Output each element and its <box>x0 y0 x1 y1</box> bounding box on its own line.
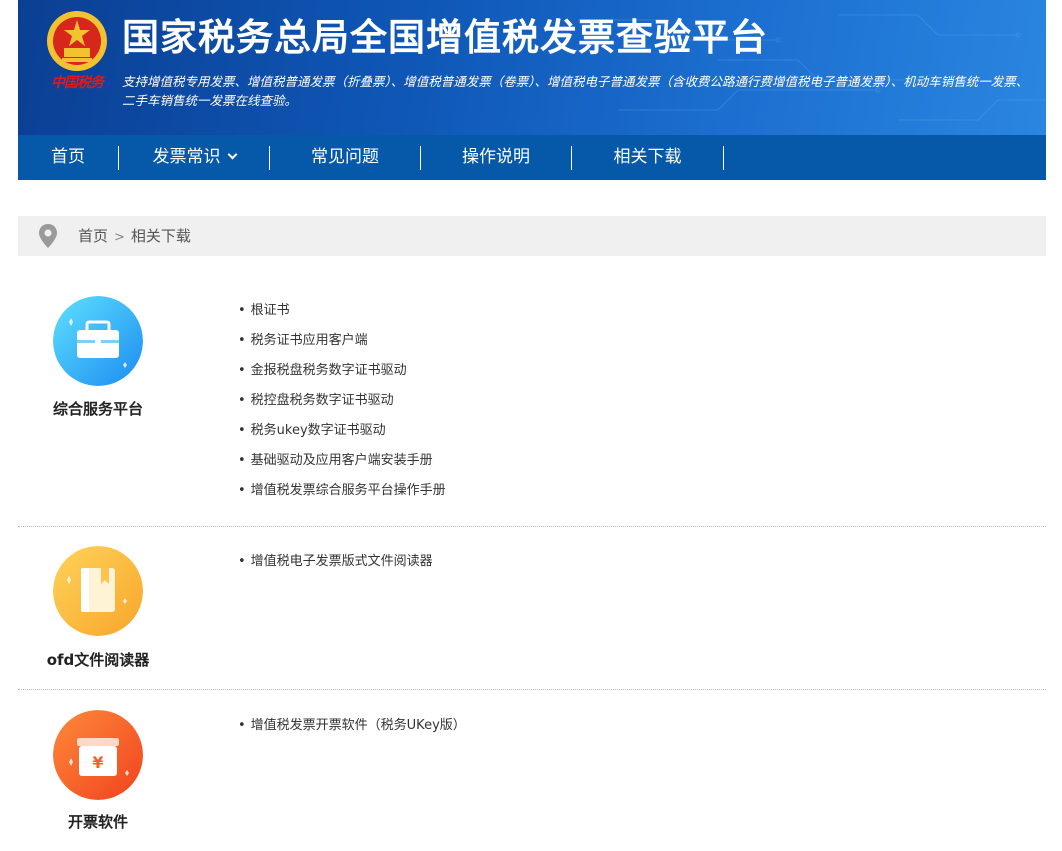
nav-item-home[interactable]: 首页 <box>18 135 118 180</box>
download-link[interactable]: 根证书 <box>238 296 446 326</box>
section-invoicing-software: ¥ 开票软件 增值税发票开票软件（税务UKey版） <box>18 690 1046 851</box>
breadcrumb-current: 相关下载 <box>130 227 191 245</box>
download-link[interactable]: 基础驱动及应用客户端安装手册 <box>238 446 446 476</box>
breadcrumb-home-link[interactable]: 首页 <box>78 227 108 245</box>
tax-logo-text: 中国税务 <box>51 75 104 91</box>
download-list: 增值税发票开票软件（税务UKey版） <box>238 711 466 741</box>
book-icon[interactable] <box>53 546 143 636</box>
nav-item-instructions[interactable]: 操作说明 <box>421 135 571 180</box>
nav-divider <box>723 146 724 170</box>
download-list: 根证书 税务证书应用客户端 金报税盘税务数字证书驱动 税控盘税务数字证书驱动 税… <box>238 296 446 506</box>
download-link[interactable]: 增值税电子发票版式文件阅读器 <box>238 547 433 577</box>
breadcrumb-trail: 首页 > 相关下载 <box>78 216 191 258</box>
section-service-platform: 综合服务平台 根证书 税务证书应用客户端 金报税盘税务数字证书驱动 税控盘税务数… <box>18 280 1046 527</box>
section-title: 综合服务平台 <box>52 400 143 418</box>
national-emblem-icon <box>47 11 107 71</box>
nav-item-downloads[interactable]: 相关下载 <box>572 135 723 180</box>
main-nav: 首页 发票常识 常见问题 操作说明 相关下载 <box>18 135 1046 180</box>
page-title: 国家税务总局全国增值税发票查验平台 <box>122 16 768 59</box>
page-subtitle: 支持增值税专用发票、增值税普通发票（折叠票）、增值税普通发票（卷票）、增值税电子… <box>122 74 1029 108</box>
section-ofd-reader: ofd文件阅读器 增值税电子发票版式文件阅读器 <box>18 527 1046 690</box>
download-link[interactable]: 税控盘税务数字证书驱动 <box>238 386 446 416</box>
section-title: ofd文件阅读器 <box>46 651 150 669</box>
download-link[interactable]: 税务证书应用客户端 <box>238 326 446 356</box>
chevron-down-icon <box>227 149 237 160</box>
download-link[interactable]: 增值税发票开票软件（税务UKey版） <box>238 711 466 741</box>
breadcrumb: 首页 > 相关下载 <box>18 216 1046 256</box>
header-banner: 中国税务 国家税务总局全国增值税发票查验平台 支持增值税专用发票、增值税普通发票… <box>18 0 1046 135</box>
section-title: 开票软件 <box>67 813 128 831</box>
briefcase-icon[interactable] <box>53 296 143 386</box>
download-link[interactable]: 增值税发票综合服务平台操作手册 <box>238 476 446 506</box>
svg-text:¥: ¥ <box>92 753 103 772</box>
nav-item-faq[interactable]: 常见问题 <box>270 135 420 180</box>
nav-item-invoice-knowledge[interactable]: 发票常识 <box>119 135 269 180</box>
location-pin-icon <box>39 224 57 248</box>
breadcrumb-separator: > <box>114 230 125 245</box>
download-link[interactable]: 税务ukey数字证书驱动 <box>238 416 446 446</box>
invoice-box-icon[interactable]: ¥ <box>53 710 143 800</box>
download-link[interactable]: 金报税盘税务数字证书驱动 <box>238 356 446 386</box>
download-list: 增值税电子发票版式文件阅读器 <box>238 547 433 577</box>
